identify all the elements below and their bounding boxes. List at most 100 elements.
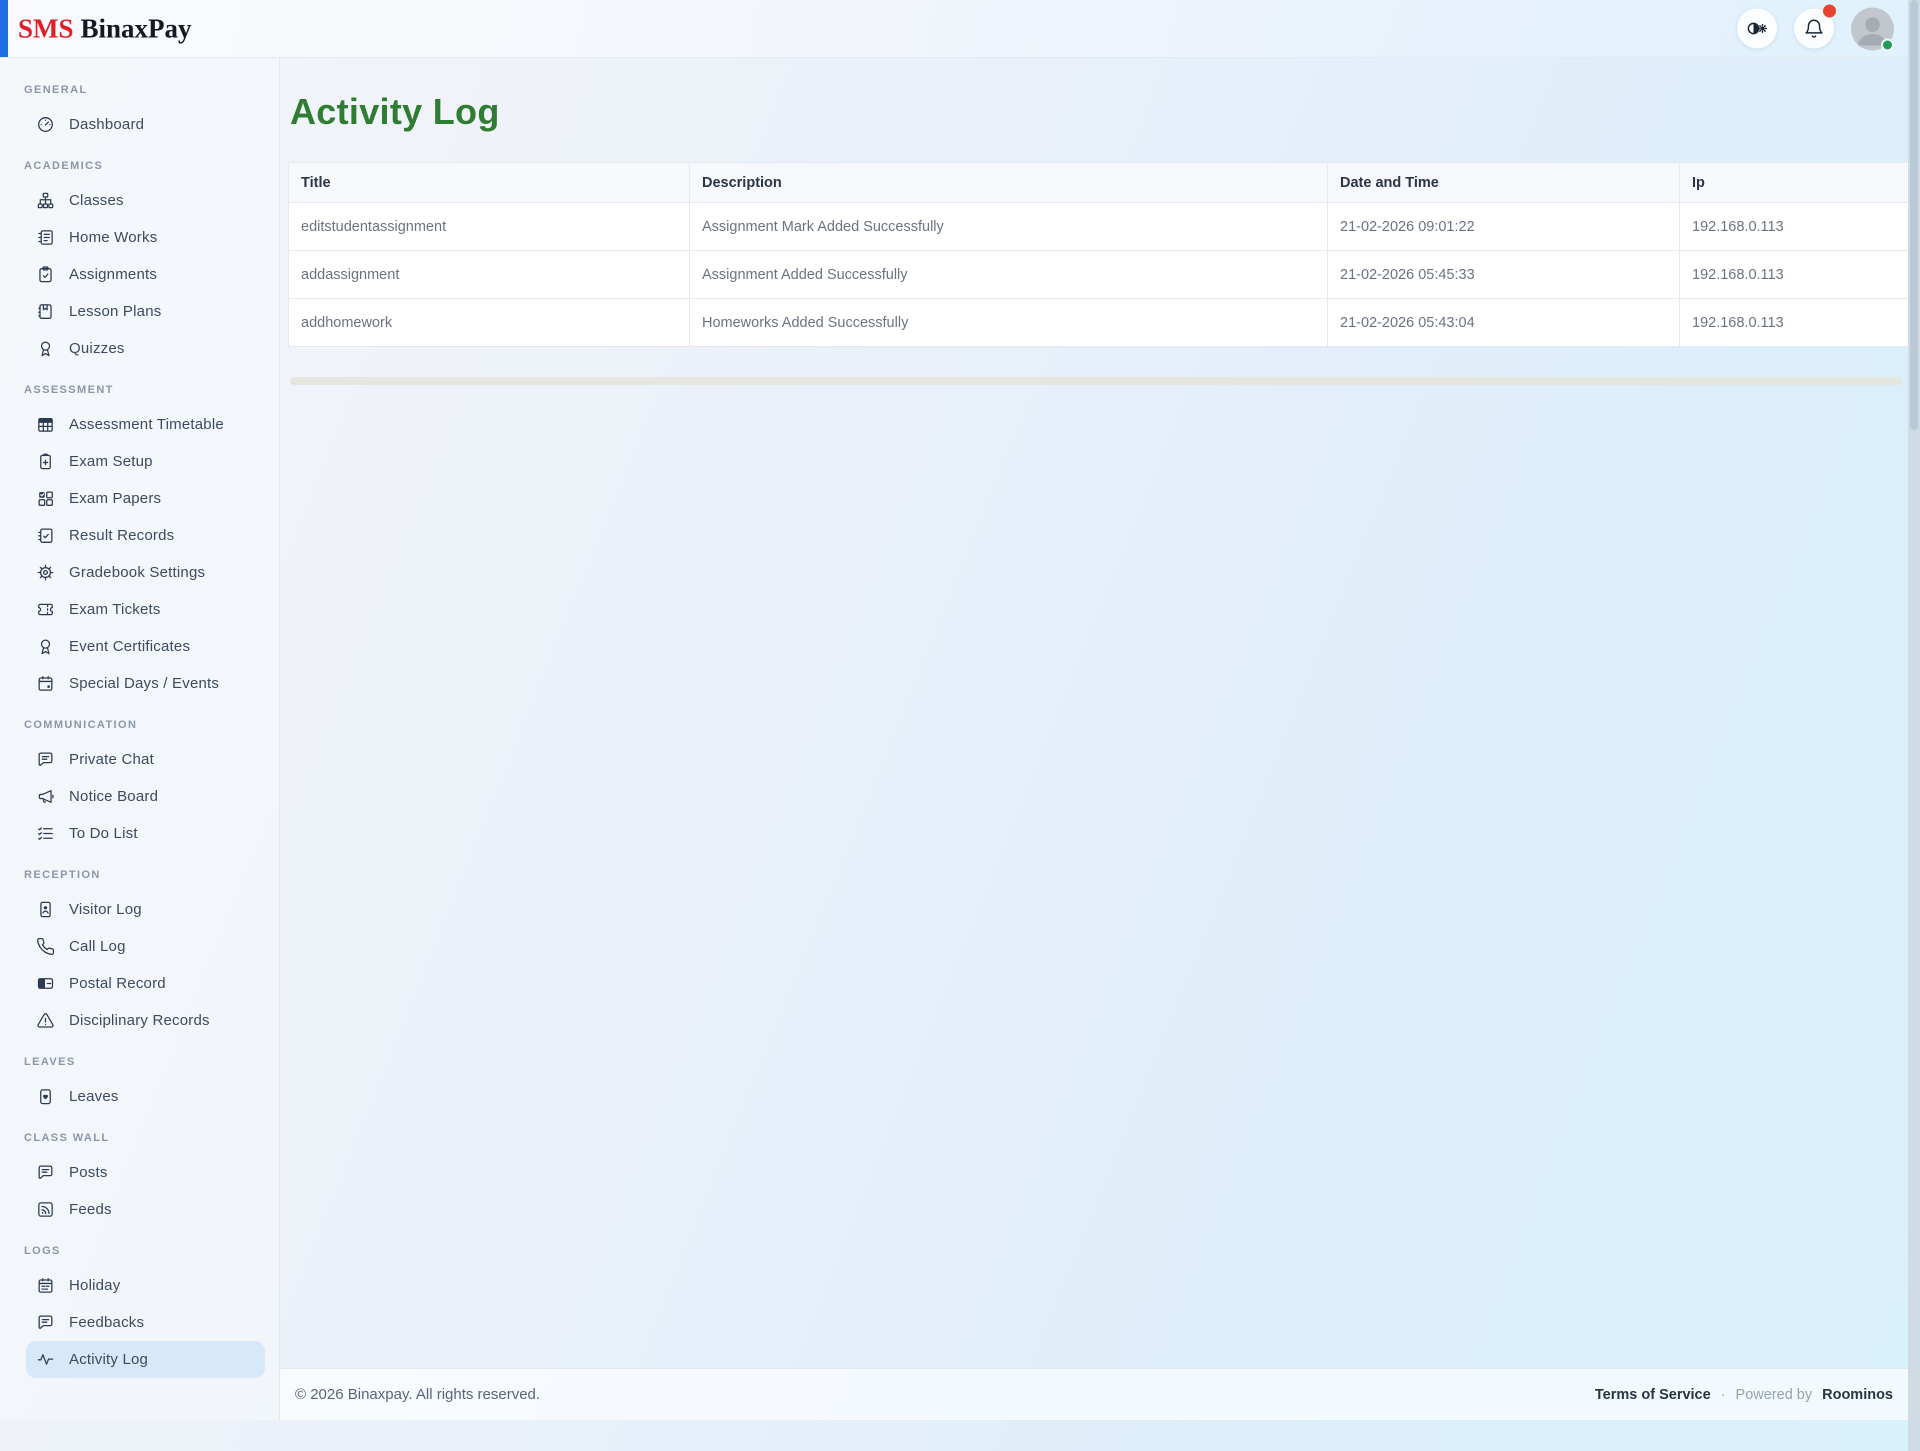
sidebar-section-title: ACADEMICS xyxy=(0,160,279,172)
sidebar-item-exam-papers[interactable]: Exam Papers xyxy=(26,480,265,517)
sidebar-section-communication: COMMUNICATION Private Chat Notice Board To … xyxy=(0,719,279,852)
sidebar-section-general: GENERAL Dashboard xyxy=(0,84,279,143)
app-logo[interactable]: SMSBinaxPay xyxy=(18,13,192,44)
sidebar-section-class-wall: CLASS WALL Posts Feeds xyxy=(0,1132,279,1228)
sidebar-item-quizzes[interactable]: Quizzes xyxy=(26,330,265,367)
sidebar-section-title: CLASS WALL xyxy=(0,1132,279,1144)
sidebar-item-visitor-log[interactable]: Visitor Log xyxy=(26,891,265,928)
sidebar-item-exam-setup[interactable]: Exam Setup xyxy=(26,443,265,480)
chat-bubble-icon xyxy=(36,750,55,769)
sidebar-item-label: Special Days / Events xyxy=(69,675,219,692)
rss-icon xyxy=(36,1200,55,1219)
page-title: Activity Log xyxy=(290,91,1900,133)
sidebar-item-label: To Do List xyxy=(69,825,138,842)
calendar-dots-icon xyxy=(36,1276,55,1295)
sidebar-item-disciplinary-records[interactable]: Disciplinary Records xyxy=(26,1002,265,1039)
sidebar-item-lesson-plans[interactable]: Lesson Plans xyxy=(26,293,265,330)
terms-of-service-link[interactable]: Terms of Service xyxy=(1595,1387,1711,1403)
powered-brand-link[interactable]: Roominos xyxy=(1822,1387,1893,1403)
sidebar-item-label: Exam Papers xyxy=(69,490,161,507)
sidebar-section-title: ASSESSMENT xyxy=(0,384,279,396)
sidebar-item-posts[interactable]: Posts xyxy=(26,1154,265,1191)
medal-icon xyxy=(36,339,55,358)
sidebar-item-special-days-events[interactable]: Special Days / Events xyxy=(26,665,265,702)
sidebar-item-result-records[interactable]: Result Records xyxy=(26,517,265,554)
column-header-ip: Ip xyxy=(1680,163,1909,203)
mailbox-icon xyxy=(36,974,55,993)
sidebar-item-gradebook-settings[interactable]: Gradebook Settings xyxy=(26,554,265,591)
notification-badge-dot xyxy=(1823,5,1836,18)
sidebar-item-label: Result Records xyxy=(69,527,174,544)
sidebar-item-label: Feedbacks xyxy=(69,1314,144,1331)
sidebar-item-leaves[interactable]: Leaves xyxy=(26,1078,265,1115)
calendar-event-icon xyxy=(36,674,55,693)
footer: © 2026 Binaxpay. All rights reserved. Te… xyxy=(280,1368,1908,1420)
header-accent-bar xyxy=(0,0,8,57)
sidebar-item-label: Holiday xyxy=(69,1277,120,1294)
horizontal-scrollbar[interactable] xyxy=(290,377,1902,385)
user-avatar[interactable] xyxy=(1851,7,1894,50)
sidebar-item-assignments[interactable]: Assignments xyxy=(26,256,265,293)
sidebar-item-feeds[interactable]: Feeds xyxy=(26,1191,265,1228)
bell-icon xyxy=(1803,18,1825,40)
clipboard-plus-icon xyxy=(36,452,55,471)
sidebar-item-classes[interactable]: Classes xyxy=(26,182,265,219)
sidebar: GENERAL Dashboard ACADEMICS Classes Home Wor… xyxy=(0,58,280,1420)
sidebar-item-label: Classes xyxy=(69,192,124,209)
clipboard-check-icon xyxy=(36,265,55,284)
cell-description: Homeworks Added Successfully xyxy=(690,299,1328,347)
sidebar-item-activity-log[interactable]: Activity Log xyxy=(26,1341,265,1378)
table-header-row: TitleDescriptionDate and TimeIp xyxy=(289,163,1909,203)
todo-list-icon xyxy=(36,824,55,843)
cell-title: addhomework xyxy=(289,299,690,347)
theme-toggle-button[interactable] xyxy=(1737,9,1777,49)
cell-ip: 192.168.0.113 xyxy=(1680,299,1909,347)
powered-by-text: Powered by xyxy=(1736,1387,1813,1403)
cell-date-and-time: 21-02-2026 05:45:33 xyxy=(1328,251,1680,299)
sidebar-item-feedbacks[interactable]: Feedbacks xyxy=(26,1304,265,1341)
sidebar-item-label: Assessment Timetable xyxy=(69,416,224,433)
sitemap-icon xyxy=(36,191,55,210)
ticket-icon xyxy=(36,600,55,619)
logo-name: BinaxPay xyxy=(81,13,192,43)
vertical-scrollbar-thumb[interactable] xyxy=(1910,0,1918,430)
activity-log-table: TitleDescriptionDate and TimeIp editstud… xyxy=(288,162,1909,347)
sidebar-item-to-do-list[interactable]: To Do List xyxy=(26,815,265,852)
sidebar-item-call-log[interactable]: Call Log xyxy=(26,928,265,965)
sidebar-item-label: Assignments xyxy=(69,266,157,283)
sidebar-section-title: LEAVES xyxy=(0,1056,279,1068)
sidebar-section-title: GENERAL xyxy=(0,84,279,96)
sidebar-section-academics: ACADEMICS Classes Home Works Assignments Les… xyxy=(0,160,279,367)
sidebar-item-assessment-timetable[interactable]: Assessment Timetable xyxy=(26,406,265,443)
sidebar-item-exam-tickets[interactable]: Exam Tickets xyxy=(26,591,265,628)
sidebar-item-label: Exam Setup xyxy=(69,453,153,470)
megaphone-icon xyxy=(36,787,55,806)
sidebar-item-label: Exam Tickets xyxy=(69,601,161,618)
sidebar-item-private-chat[interactable]: Private Chat xyxy=(26,741,265,778)
sidebar-item-postal-record[interactable]: Postal Record xyxy=(26,965,265,1002)
dashboard-icon xyxy=(36,115,55,134)
sidebar-item-dashboard[interactable]: Dashboard xyxy=(26,106,265,143)
sidebar-item-label: Posts xyxy=(69,1164,108,1181)
sidebar-section-title: COMMUNICATION xyxy=(0,719,279,731)
sidebar-item-holiday[interactable]: Holiday xyxy=(26,1267,265,1304)
sidebar-item-label: Postal Record xyxy=(69,975,166,992)
medal-icon xyxy=(36,637,55,656)
cell-date-and-time: 21-02-2026 09:01:22 xyxy=(1328,203,1680,251)
app-header: SMSBinaxPay xyxy=(0,0,1908,58)
id-badge-icon xyxy=(36,900,55,919)
sidebar-section-title: RECEPTION xyxy=(0,869,279,881)
checkbox-grid-icon xyxy=(36,489,55,508)
sidebar-item-event-certificates[interactable]: Event Certificates xyxy=(26,628,265,665)
sidebar-item-label: Lesson Plans xyxy=(69,303,161,320)
sidebar-item-label: Notice Board xyxy=(69,788,158,805)
notepad-check-icon xyxy=(36,526,55,545)
notifications-button[interactable] xyxy=(1794,9,1834,49)
sidebar-section-leaves: LEAVES Leaves xyxy=(0,1056,279,1115)
sidebar-item-notice-board[interactable]: Notice Board xyxy=(26,778,265,815)
chat-bubble-icon xyxy=(36,1163,55,1182)
vertical-scrollbar[interactable] xyxy=(1908,0,1920,1451)
cell-title: addassignment xyxy=(289,251,690,299)
phone-icon xyxy=(36,937,55,956)
sidebar-item-home-works[interactable]: Home Works xyxy=(26,219,265,256)
